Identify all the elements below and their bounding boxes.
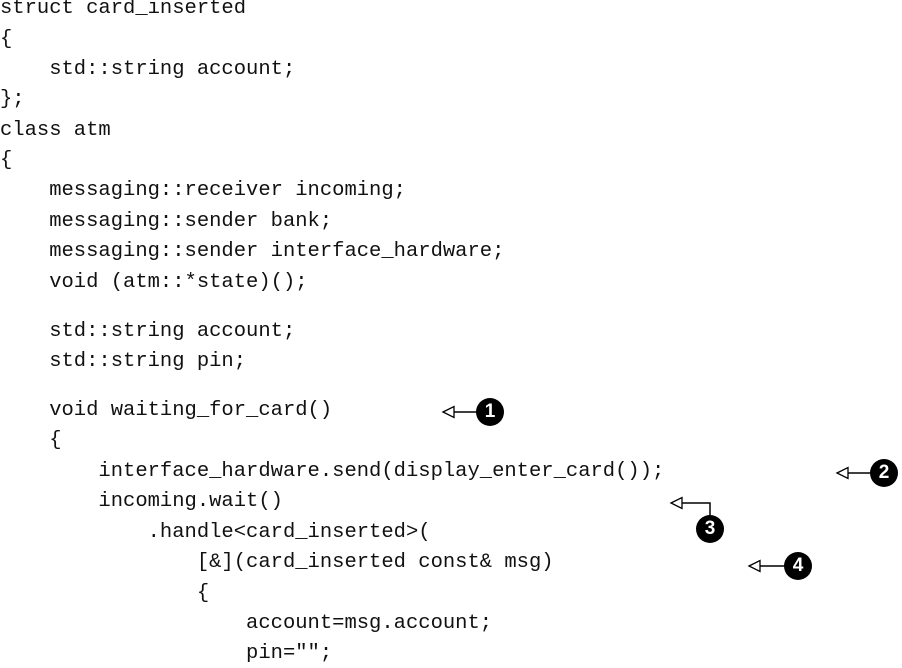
callout-1: 1 — [440, 396, 510, 428]
callout-number-1: 1 — [476, 398, 504, 426]
code-line: messaging::sender interface_hardware; — [0, 240, 505, 263]
code-line: messaging::receiver incoming; — [0, 179, 406, 202]
callout-number-2: 2 — [870, 459, 898, 487]
code-line: std::string account; — [0, 58, 296, 81]
code-line: { — [0, 582, 210, 605]
code-line: class atm — [0, 119, 111, 142]
code-line: std::string account; — [0, 320, 296, 343]
callout-2: 2 — [834, 457, 902, 489]
code-line: void waiting_for_card() — [0, 399, 333, 422]
code-line: void (atm::*state)(); — [0, 271, 308, 294]
code-line: interface_hardware.send(display_enter_ca… — [0, 460, 665, 483]
code-line: { — [0, 149, 13, 172]
code-line: std::string pin; — [0, 350, 247, 373]
code-line: { — [0, 28, 13, 51]
code-line: messaging::sender bank; — [0, 210, 333, 233]
code-line: .handle<card_inserted>( — [0, 521, 431, 544]
code-line: pin=""; — [0, 642, 333, 665]
code-line: account=msg.account; — [0, 612, 493, 635]
code-line: [&](card_inserted const& msg) — [0, 551, 554, 574]
callout-3: 3 — [668, 494, 728, 546]
callout-number-3: 3 — [696, 515, 724, 543]
callout-number-4: 4 — [784, 552, 812, 580]
callout-4: 4 — [746, 550, 816, 582]
code-line: struct card_inserted — [0, 0, 247, 20]
code-line: incoming.wait() — [0, 490, 283, 513]
code-line: { — [0, 429, 62, 452]
code-line: }; — [0, 88, 25, 111]
